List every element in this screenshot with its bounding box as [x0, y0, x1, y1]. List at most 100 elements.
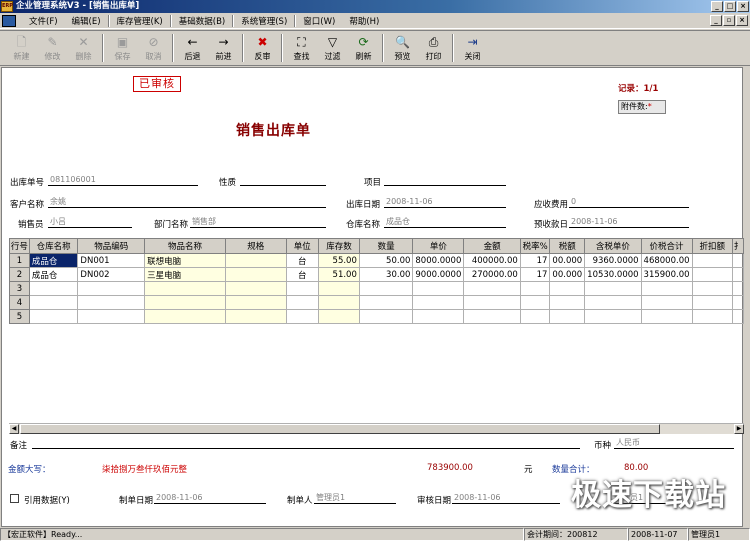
table-cell[interactable] — [77, 309, 146, 324]
table-cell[interactable] — [358, 295, 414, 310]
document-icon[interactable] — [2, 14, 16, 27]
table-cell[interactable]: 成品仓 — [28, 253, 79, 268]
table-cell[interactable]: 30.00 — [358, 267, 414, 282]
table-cell[interactable]: 8000.0000 — [412, 253, 465, 268]
table-cell[interactable] — [463, 295, 521, 310]
menu-system[interactable]: 系统管理(S) — [234, 15, 294, 27]
scrollbar-thumb[interactable] — [20, 424, 660, 434]
reverse-audit-button[interactable]: ✖ 反审 — [247, 32, 278, 65]
table-cell[interactable] — [732, 281, 744, 296]
edit-button[interactable]: ✎ 修改 — [37, 32, 68, 65]
table-cell[interactable] — [285, 281, 320, 296]
prepay-date-field[interactable]: 2008-11-06 — [569, 216, 689, 228]
table-row[interactable]: 4 — [9, 295, 744, 310]
table-cell[interactable]: 400000.00 — [463, 253, 521, 268]
new-button[interactable]: 🗋 新建 — [6, 32, 37, 65]
table-row[interactable]: 3 — [9, 281, 744, 296]
receivable-field[interactable]: 0 — [569, 196, 689, 208]
column-header[interactable]: 单价 — [412, 238, 465, 254]
cancel-button[interactable]: ⊘ 取消 — [138, 32, 169, 65]
table-cell[interactable] — [691, 281, 734, 296]
table-cell[interactable]: DN002 — [77, 267, 146, 282]
table-cell[interactable] — [412, 309, 465, 324]
table-cell[interactable] — [77, 295, 146, 310]
menu-inventory[interactable]: 库存管理(K) — [110, 15, 170, 27]
table-cell[interactable] — [691, 309, 734, 324]
column-header[interactable]: 物品名称 — [144, 238, 226, 254]
column-header[interactable]: 税额 — [549, 238, 586, 254]
table-cell[interactable]: 55.00 — [318, 253, 360, 268]
table-cell[interactable] — [463, 309, 521, 324]
table-cell[interactable]: 17 — [519, 267, 551, 282]
attachment-count-button[interactable]: 附件数:* — [618, 100, 666, 114]
table-cell[interactable] — [519, 309, 551, 324]
table-cell[interactable] — [224, 295, 287, 310]
table-cell[interactable]: 50.00 — [358, 253, 414, 268]
make-date-field[interactable]: 2008-11-06 — [154, 492, 266, 504]
column-header[interactable]: 折扣额 — [691, 238, 734, 254]
mdi-close-button[interactable]: × — [736, 15, 748, 26]
table-cell[interactable] — [358, 281, 414, 296]
column-header[interactable]: 规格 — [224, 238, 287, 254]
column-header[interactable]: 扌 — [732, 238, 744, 254]
table-cell[interactable]: 10530.0000 — [584, 267, 642, 282]
table-cell[interactable]: 9360.0000 — [584, 253, 642, 268]
column-header[interactable]: 单位 — [285, 238, 320, 254]
close-window-button[interactable]: × — [737, 1, 749, 12]
table-cell[interactable] — [144, 309, 226, 324]
table-cell[interactable] — [549, 309, 586, 324]
scroll-left-arrow-icon[interactable]: ◀ — [9, 424, 19, 434]
table-cell[interactable] — [77, 281, 146, 296]
dept-field[interactable]: 销售部 — [190, 216, 326, 228]
column-header[interactable]: 金额 — [463, 238, 521, 254]
table-cell[interactable]: 成品仓 — [28, 267, 79, 282]
table-cell[interactable] — [224, 309, 287, 324]
print-button[interactable]: ⎙ 打印 — [418, 32, 449, 65]
column-header[interactable]: 物品编码 — [77, 238, 146, 254]
scroll-right-arrow-icon[interactable]: ▶ — [734, 424, 744, 434]
table-cell[interactable] — [691, 295, 734, 310]
menu-help[interactable]: 帮助(H) — [342, 15, 386, 27]
table-cell[interactable] — [224, 267, 287, 282]
column-header[interactable]: 价税合计 — [640, 238, 693, 254]
save-button[interactable]: ▣ 保存 — [107, 32, 138, 65]
mdi-minimize-button[interactable]: _ — [710, 15, 722, 26]
table-cell[interactable] — [224, 253, 287, 268]
delete-button[interactable]: ✕ 删除 — [68, 32, 99, 65]
table-cell[interactable] — [549, 295, 586, 310]
table-cell[interactable] — [519, 281, 551, 296]
column-header[interactable]: 行号 — [9, 238, 30, 254]
table-row[interactable]: 1 成品仓 DN001 联想电脑 台 55.00 50.00 8000.0000 400000.… — [9, 253, 744, 268]
table-cell[interactable]: DN001 — [77, 253, 146, 268]
column-header[interactable]: 仓库名称 — [28, 238, 79, 254]
items-grid[interactable]: 行号 仓库名称 物品编码 物品名称 规格 单位 库存数 数量 单价 金额 税率% 税额 含税单价 价税合计… — [9, 238, 744, 423]
table-cell[interactable] — [732, 309, 744, 324]
table-cell[interactable] — [412, 295, 465, 310]
table-cell[interactable] — [640, 295, 693, 310]
table-cell[interactable]: 17 — [519, 253, 551, 268]
table-cell[interactable]: 00.000 — [549, 253, 586, 268]
table-cell[interactable] — [584, 295, 642, 310]
table-cell[interactable]: 台 — [285, 253, 320, 268]
preview-button[interactable]: 🔍 预览 — [387, 32, 418, 65]
cite-data-checkbox[interactable] — [10, 494, 19, 503]
maximize-button[interactable]: □ — [724, 1, 736, 12]
out-no-field[interactable]: 081106001 — [48, 174, 198, 186]
table-cell[interactable]: 315900.00 — [640, 267, 693, 282]
menu-window[interactable]: 窗口(W) — [296, 15, 342, 27]
menu-file[interactable]: 文件(F) — [22, 15, 65, 27]
table-row[interactable]: 5 — [9, 309, 744, 324]
remark-field[interactable] — [32, 437, 580, 449]
table-cell[interactable]: 联想电脑 — [144, 253, 226, 268]
table-cell[interactable] — [549, 281, 586, 296]
table-cell[interactable] — [640, 309, 693, 324]
table-cell[interactable]: 51.00 — [318, 267, 360, 282]
cite-data-label[interactable]: 引用数据(Y) — [24, 494, 70, 506]
table-cell[interactable] — [732, 253, 744, 268]
column-header[interactable]: 库存数 — [318, 238, 360, 254]
table-cell[interactable] — [691, 253, 734, 268]
table-cell[interactable] — [732, 267, 744, 282]
column-header[interactable]: 税率% — [519, 238, 551, 254]
forward-button[interactable]: → 前进 — [208, 32, 239, 65]
table-cell[interactable] — [318, 281, 360, 296]
